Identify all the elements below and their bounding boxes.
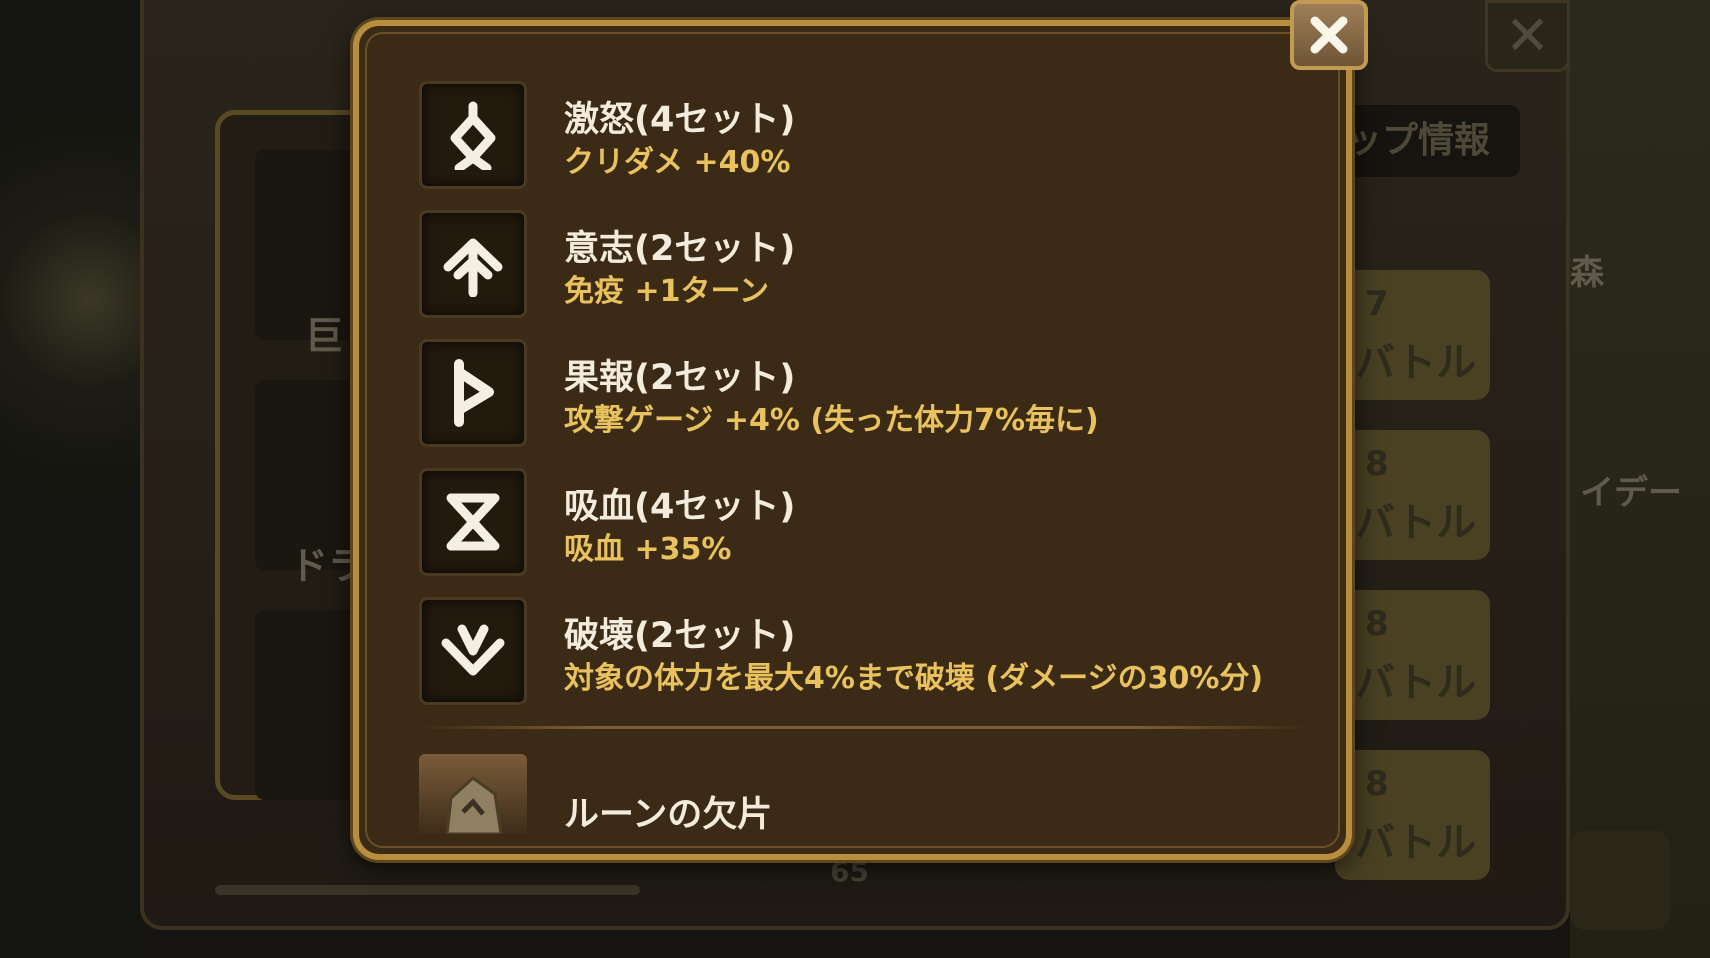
background-battle-button: 7 バトル (1335, 270, 1490, 400)
close-icon (1310, 16, 1348, 54)
rune-set-name: 意志(2セット) (564, 229, 796, 269)
energy-cost: 8 (1365, 444, 1389, 484)
destroy-rune-icon (419, 597, 527, 705)
background-tab-map-info: ップ情報 (1330, 105, 1520, 177)
rage-rune-icon (419, 81, 527, 189)
will-rune-icon (419, 210, 527, 318)
background-battle-button: 8 バトル (1335, 590, 1490, 720)
rune-set-popup: 激怒(4セット) クリダメ +40% 意志(2セット) 免疫 +1ターン 果報(… (353, 20, 1352, 860)
rune-fragment-label: ルーンの欠片 (564, 795, 773, 835)
background-progress-bar (215, 885, 640, 895)
background-back-button (1570, 830, 1670, 930)
rune-set-row-rage: 激怒(4セット) クリダメ +40% (419, 81, 1319, 193)
background-battle-button: 8 バトル (1335, 430, 1490, 560)
rune-set-name: 激怒(4セット) (564, 100, 796, 140)
battle-label: バトル (1355, 340, 1477, 386)
battle-label: バトル (1355, 500, 1477, 546)
rune-set-name: 吸血(4セット) (564, 487, 796, 527)
rune-set-name: 果報(2セット) (564, 358, 796, 398)
background-label: 森 (1570, 253, 1604, 293)
background-scene-left (0, 0, 140, 958)
rune-set-name: 破壊(2セット) (564, 616, 796, 656)
rune-set-row-vampire: 吸血(4セット) 吸血 +35% (419, 468, 1319, 580)
revenge-rune-icon (419, 339, 527, 447)
rune-set-effect: 免疫 +1ターン (564, 274, 769, 309)
background-battle-button: 8 バトル (1335, 750, 1490, 880)
rune-set-effect: 攻撃ゲージ +4% (失った体力7%毎に) (564, 403, 1099, 438)
close-button[interactable] (1290, 0, 1368, 70)
background-close-button: ✕ (1485, 0, 1570, 72)
rune-fragment-icon (419, 754, 527, 834)
energy-cost: 7 (1365, 284, 1389, 324)
rune-set-row-will: 意志(2セット) 免疫 +1ターン (419, 210, 1319, 322)
battle-label: バトル (1355, 820, 1477, 866)
background-label: 巨 (305, 314, 344, 358)
rune-set-row-revenge: 果報(2セット) 攻撃ゲージ +4% (失った体力7%毎に) (419, 339, 1319, 451)
rune-set-effect: クリダメ +40% (564, 145, 791, 180)
vampire-rune-icon (419, 468, 527, 576)
rune-set-effect: 吸血 +35% (564, 532, 732, 567)
energy-cost: 8 (1365, 604, 1389, 644)
rune-set-row-destroy: 破壊(2セット) 対象の体力を最大4%まで破壊 (ダメージの30%分) (419, 597, 1319, 709)
background-label: イデー (1580, 473, 1682, 513)
energy-cost: 8 (1365, 764, 1389, 804)
battle-label: バトル (1355, 660, 1477, 706)
divider (419, 726, 1309, 729)
rune-set-effect: 対象の体力を最大4%まで破壊 (ダメージの30%分) (564, 661, 1264, 696)
